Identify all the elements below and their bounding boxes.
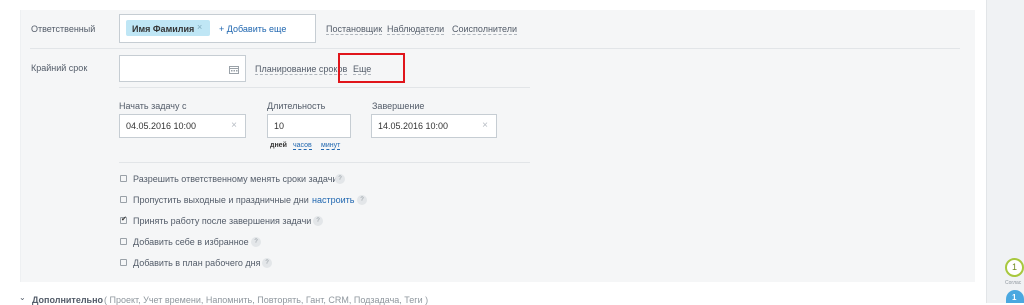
right-rail [987, 0, 1024, 303]
deadline-input[interactable] [119, 55, 246, 82]
help-icon[interactable]: ? [313, 216, 323, 226]
notification-count: 1 [1012, 293, 1017, 302]
divider [119, 162, 530, 163]
role-observers-link[interactable]: Наблюдатели [387, 24, 445, 35]
responsible-label: Ответственный [31, 24, 96, 34]
duration-label: Длительность [267, 101, 326, 111]
duration-value: 10 [274, 121, 285, 131]
help-icon[interactable]: ? [251, 237, 261, 247]
end-value: 14.05.2016 10:00 [378, 121, 449, 131]
approval-badge[interactable]: 1 [1005, 258, 1024, 277]
additional-items[interactable]: ( Проект, Учет времени, Напомнить, Повто… [104, 295, 428, 305]
duration-input[interactable]: 10 [267, 114, 351, 138]
option-label[interactable]: Пропустить выходные и праздничные дни [133, 195, 309, 205]
calendar-icon[interactable] [229, 65, 239, 74]
option-checkbox[interactable] [120, 215, 127, 224]
add-more-link[interactable]: + Добавить еще [219, 24, 286, 34]
chevron-down-icon[interactable]: ⌄ [19, 293, 26, 302]
end-label: Завершение [372, 101, 425, 111]
approval-caption: Соглас [1005, 280, 1022, 286]
clear-icon[interactable]: × [231, 120, 237, 131]
option-label[interactable]: Разрешить ответственному менять сроки за… [133, 174, 337, 184]
deadline-label: Крайний срок [31, 63, 88, 73]
end-input[interactable]: 14.05.2016 10:00 × [371, 114, 497, 138]
close-icon[interactable]: × [197, 22, 202, 32]
help-icon[interactable]: ? [357, 195, 367, 205]
help-icon[interactable]: ? [335, 174, 345, 184]
role-participants-link[interactable]: Соисполнители [452, 24, 517, 35]
divider [30, 48, 960, 49]
unit-days[interactable]: дней [270, 142, 287, 149]
option-checkbox[interactable] [120, 238, 127, 245]
option-label[interactable]: Добавить себе в избранное [133, 237, 249, 247]
highlight-box [338, 53, 405, 83]
role-creator-link[interactable]: Постановщик [326, 24, 383, 35]
help-icon[interactable]: ? [262, 258, 272, 268]
start-label: Начать задачу с [119, 101, 187, 111]
start-input[interactable]: 04.05.2016 10:00 × [119, 114, 246, 138]
assignee-name: Имя Фамилия [132, 24, 195, 34]
start-value: 04.05.2016 10:00 [126, 121, 197, 131]
option-checkbox[interactable] [120, 196, 127, 203]
option-checkbox[interactable] [120, 175, 127, 182]
approval-count: 1 [1012, 262, 1018, 272]
planning-link[interactable]: Планирование сроков [255, 64, 348, 75]
unit-minutes[interactable]: минут [321, 142, 341, 150]
unit-hours[interactable]: часов [293, 142, 312, 150]
divider [119, 87, 530, 88]
clear-icon[interactable]: × [482, 120, 488, 131]
notification-badge[interactable]: 1 [1006, 290, 1024, 303]
option-checkbox[interactable] [120, 259, 127, 266]
option-label[interactable]: Добавить в план рабочего дня [133, 258, 261, 268]
option-label[interactable]: Принять работу после завершения задачи [133, 216, 311, 226]
additional-toggle[interactable]: Дополнительно [32, 295, 103, 305]
configure-link[interactable]: настроить [312, 195, 354, 205]
